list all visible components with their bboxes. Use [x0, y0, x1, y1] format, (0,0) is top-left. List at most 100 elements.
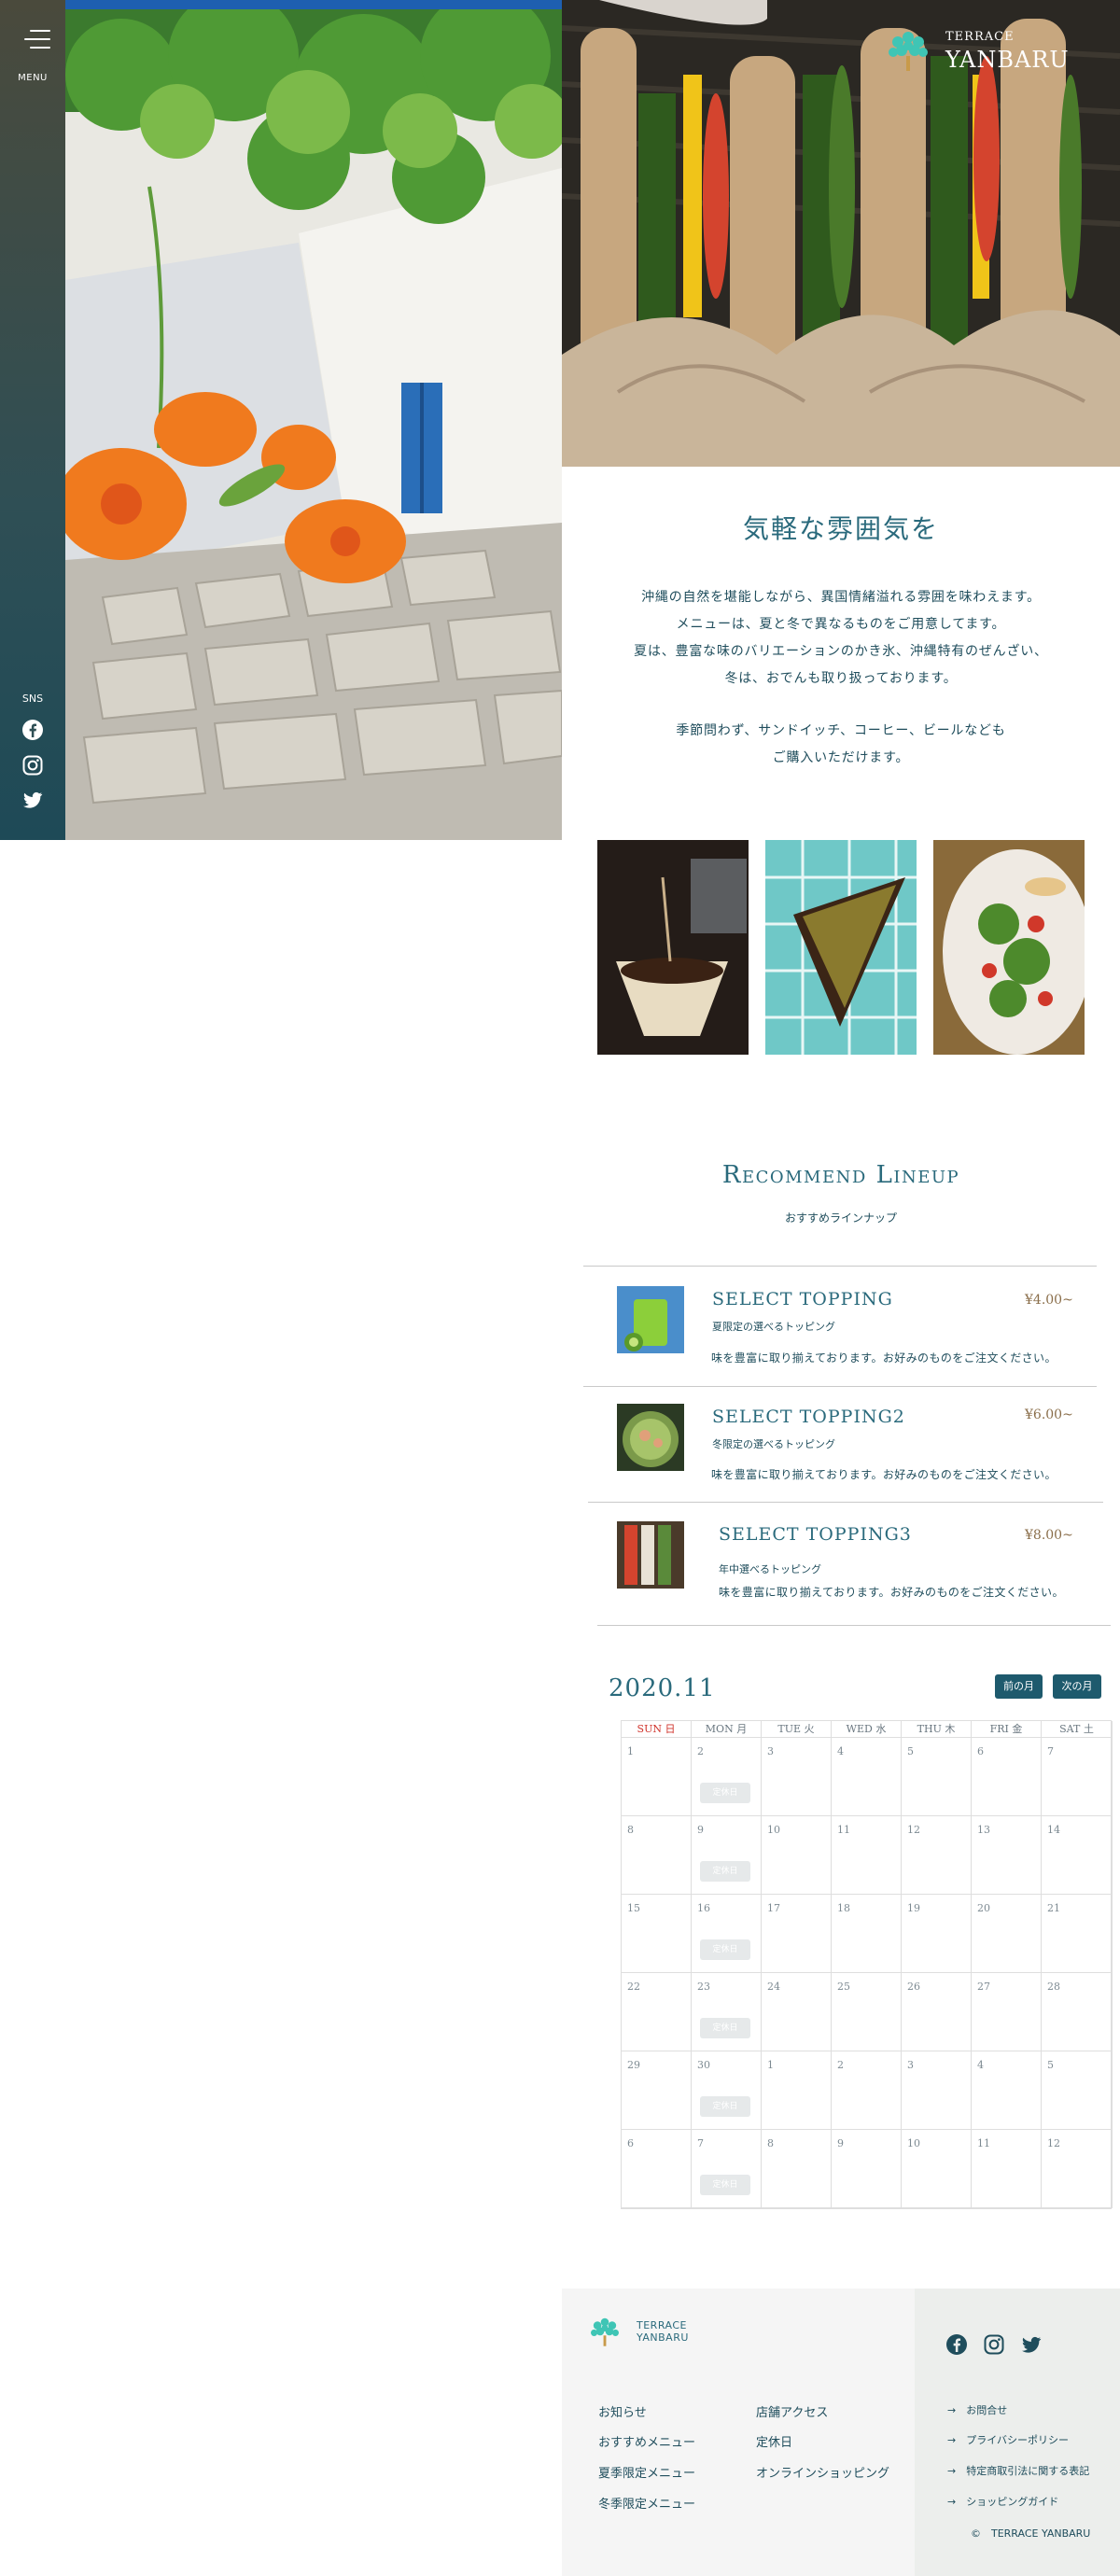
- calendar-day[interactable]: 23 定休日: [692, 1973, 762, 2051]
- item-image-3[interactable]: [617, 1521, 684, 1589]
- footer-link-winter[interactable]: 冬季限定メニュー: [598, 2494, 695, 2512]
- calendar-day[interactable]: 4: [972, 2051, 1042, 2130]
- calendar-day[interactable]: 7 定休日: [692, 2130, 762, 2208]
- calendar-day[interactable]: 21: [1042, 1895, 1113, 1973]
- footer-link-news[interactable]: お知らせ: [598, 2402, 647, 2420]
- calendar-day[interactable]: 7: [1042, 1738, 1113, 1816]
- calendar-day-number: 25: [837, 1981, 850, 1993]
- calendar-day[interactable]: 2: [832, 2051, 902, 2130]
- footer-link-label: プライバシーポリシー: [966, 2434, 1069, 2446]
- calendar-day[interactable]: 22: [622, 1973, 692, 2051]
- calendar-day[interactable]: 30 定休日: [692, 2051, 762, 2130]
- calendar-day-number: 10: [767, 1824, 780, 1836]
- calendar-day-number: 2: [697, 1745, 704, 1757]
- calendar-day[interactable]: 26: [902, 1973, 972, 2051]
- calendar-day-number: 22: [627, 1981, 640, 1993]
- twitter-icon[interactable]: [21, 789, 44, 811]
- calendar-day[interactable]: 10: [762, 1816, 832, 1895]
- footer-link-access[interactable]: 店舗アクセス: [756, 2402, 828, 2420]
- calendar-day[interactable]: 11: [832, 1816, 902, 1895]
- calendar-day[interactable]: 11: [972, 2130, 1042, 2208]
- calendar-day[interactable]: 12: [1042, 2130, 1113, 2208]
- calendar-day[interactable]: 9: [832, 2130, 902, 2208]
- item-name-1[interactable]: SELECT TOPPING: [712, 1289, 893, 1309]
- footer-link-shop[interactable]: オンラインショッピング: [756, 2463, 889, 2481]
- item-image-1[interactable]: [617, 1286, 684, 1353]
- calendar-day[interactable]: 5: [902, 1738, 972, 1816]
- calendar-day[interactable]: 3: [762, 1738, 832, 1816]
- footer-instagram-icon[interactable]: [983, 2333, 1005, 2356]
- calendar-day[interactable]: 9 定休日: [692, 1816, 762, 1895]
- calendar-day-number: 4: [837, 1745, 844, 1757]
- calendar-day[interactable]: 4: [832, 1738, 902, 1816]
- calendar-day[interactable]: 19: [902, 1895, 972, 1973]
- calendar-day[interactable]: 17: [762, 1895, 832, 1973]
- calendar-day[interactable]: 20: [972, 1895, 1042, 1973]
- calendar-day-number: 23: [697, 1981, 710, 1993]
- calendar-day[interactable]: 25: [832, 1973, 902, 2051]
- intro-paragraph-2: 季節問わず、サンドイッチ、コーヒー、ビールなども ご購入いただけます。: [562, 718, 1120, 772]
- footer-link-privacy[interactable]: → プライバシーポリシー: [947, 2432, 1069, 2447]
- item-name-2[interactable]: SELECT TOPPING2: [712, 1407, 905, 1427]
- brand-logo[interactable]: TERRACE YANBARU: [882, 24, 1069, 80]
- weekday-fri: FRI 金: [972, 1721, 1042, 1738]
- divider: [583, 1266, 1097, 1267]
- footer-link-recommend[interactable]: おすすめメニュー: [598, 2432, 695, 2450]
- divider: [597, 1625, 1111, 1626]
- copyright: © TERRACE YANBARU: [971, 2527, 1091, 2540]
- item-price-1: ¥4.00~: [1025, 1293, 1073, 1308]
- calendar-day[interactable]: 16 定休日: [692, 1895, 762, 1973]
- calendar-day[interactable]: 6: [622, 2130, 692, 2208]
- calendar-day[interactable]: 24: [762, 1973, 832, 2051]
- calendar-day-number: 20: [977, 1902, 990, 1914]
- calendar-day[interactable]: 18: [832, 1895, 902, 1973]
- calendar-day[interactable]: 13: [972, 1816, 1042, 1895]
- calendar-day[interactable]: 6: [972, 1738, 1042, 1816]
- prev-month-button[interactable]: 前の月: [995, 1674, 1043, 1699]
- calendar-day[interactable]: 14: [1042, 1816, 1113, 1895]
- calendar-day[interactable]: 29: [622, 2051, 692, 2130]
- footer-link-holiday[interactable]: 定休日: [756, 2432, 792, 2450]
- calendar-day[interactable]: 27: [972, 1973, 1042, 2051]
- calendar-day[interactable]: 5: [1042, 2051, 1113, 2130]
- intro-line: 夏は、豊富な味のバリエーションのかき氷、沖縄特有のぜんざい、: [634, 644, 1048, 659]
- calendar-grid: SUN 日 MON 月 TUE 火 WED 水 THU 木 FRI 金 SAT …: [621, 1720, 1113, 2209]
- calendar-day-number: 29: [627, 2059, 640, 2071]
- calendar-day[interactable]: 28: [1042, 1973, 1113, 2051]
- item-desc-2: 味を豊富に取り揃えております。お好みのものをご注文ください。: [711, 1468, 1057, 1481]
- calendar-day[interactable]: 10: [902, 2130, 972, 2208]
- footer-link-contact[interactable]: → お問合せ: [947, 2402, 1007, 2417]
- footer-link-guide[interactable]: → ショッピングガイド: [947, 2494, 1058, 2509]
- calendar-day-number: 12: [907, 1824, 920, 1836]
- calendar-day-number: 10: [907, 2137, 920, 2149]
- calendar-day[interactable]: 12: [902, 1816, 972, 1895]
- footer-link-label: 特定商取引法に関する表記: [966, 2465, 1090, 2477]
- weekday-wed: WED 水: [832, 1721, 902, 1738]
- hamburger-menu-icon[interactable]: [24, 28, 50, 50]
- cake-photo: [765, 840, 917, 1055]
- next-month-button[interactable]: 次の月: [1053, 1674, 1101, 1699]
- footer-facebook-icon[interactable]: [945, 2333, 968, 2356]
- calendar-day[interactable]: 1: [762, 2051, 832, 2130]
- calendar-day[interactable]: 15: [622, 1895, 692, 1973]
- footer-tree-logo-icon[interactable]: [586, 2313, 623, 2350]
- arrow-right-icon: →: [947, 2404, 957, 2416]
- item-name-3[interactable]: SELECT TOPPING3: [719, 1524, 912, 1545]
- calendar-day[interactable]: 1: [622, 1738, 692, 1816]
- calendar-day[interactable]: 3: [902, 2051, 972, 2130]
- arrow-right-icon: →: [947, 2465, 957, 2477]
- calendar-day[interactable]: 8: [762, 2130, 832, 2208]
- calendar-day-number: 17: [767, 1902, 780, 1914]
- facebook-icon[interactable]: [21, 719, 44, 741]
- calendar-day[interactable]: 8: [622, 1816, 692, 1895]
- calendar-day-number: 8: [627, 1824, 634, 1836]
- footer-twitter-icon[interactable]: [1020, 2333, 1043, 2356]
- intro-title: 気軽な雰囲気を: [742, 513, 939, 544]
- calendar-day-number: 9: [697, 1824, 704, 1836]
- footer-link-tokushoho[interactable]: → 特定商取引法に関する表記: [947, 2463, 1089, 2478]
- footer-link-summer[interactable]: 夏季限定メニュー: [598, 2463, 695, 2481]
- item-price-2: ¥6.00~: [1025, 1407, 1073, 1422]
- instagram-icon[interactable]: [21, 754, 44, 777]
- calendar-day[interactable]: 2 定休日: [692, 1738, 762, 1816]
- item-image-2[interactable]: [617, 1404, 684, 1471]
